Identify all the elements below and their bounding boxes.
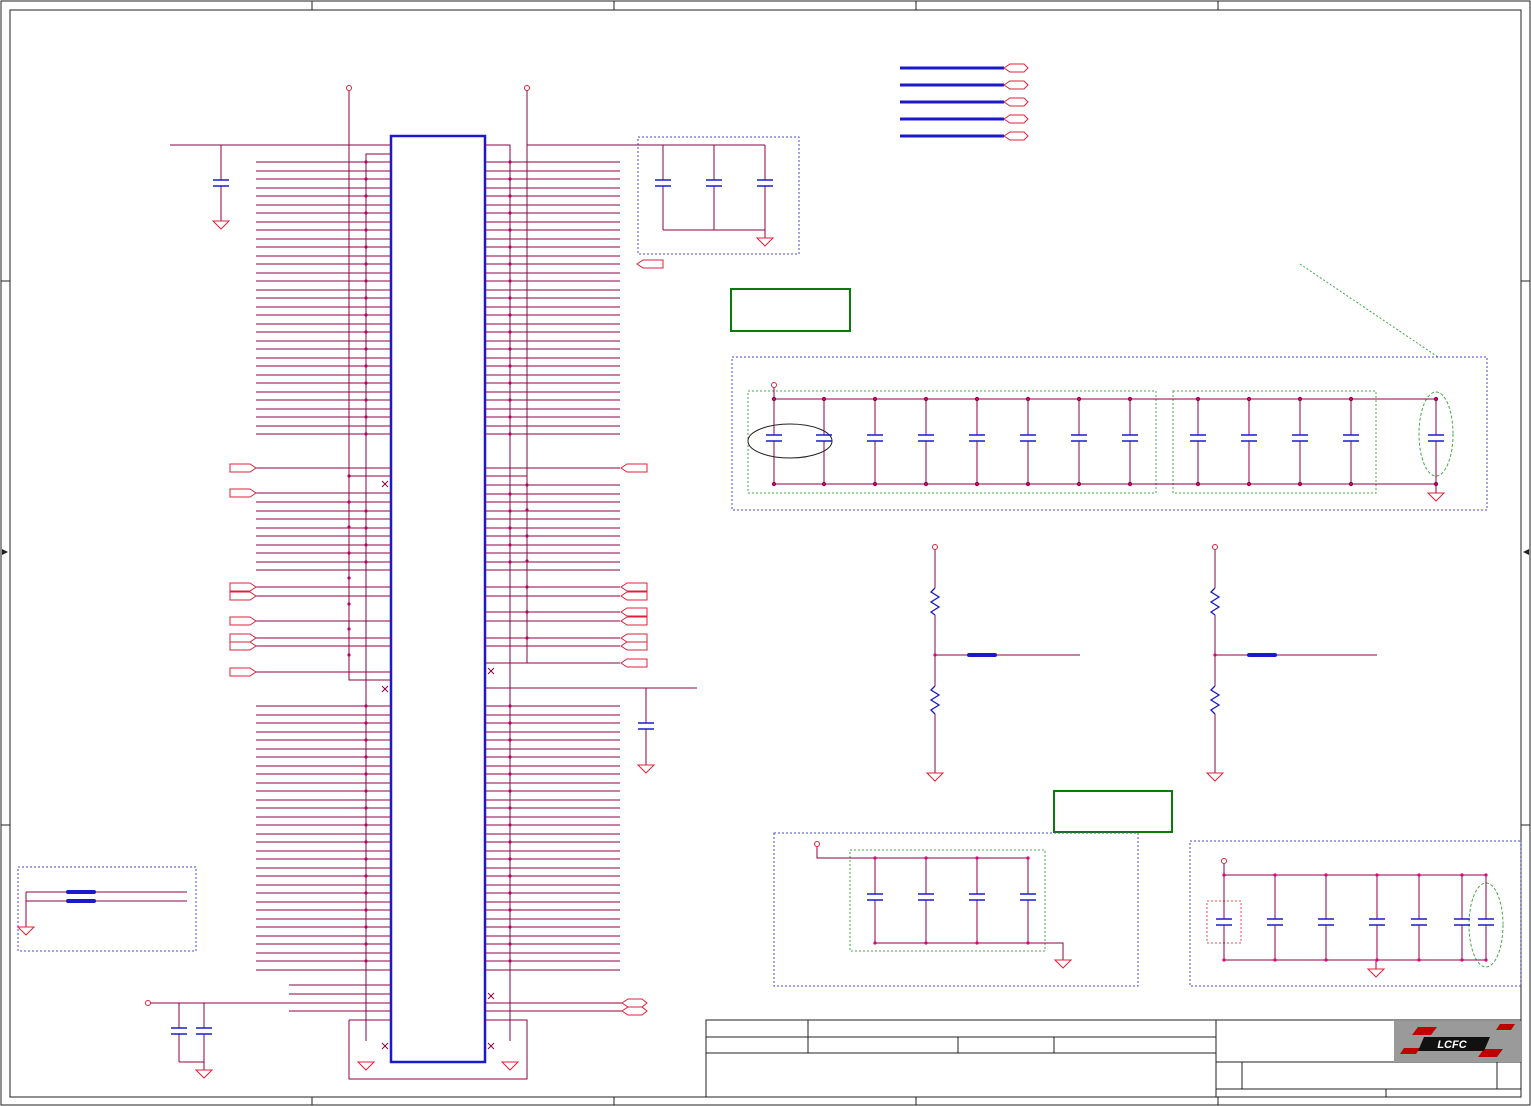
pin-junction: [975, 941, 979, 945]
pin-junction: [974, 481, 980, 487]
resistor-dividers: [925, 544, 1377, 782]
off-page-connector-icon: [229, 591, 257, 601]
cap-group-bottom-right: [1189, 840, 1522, 987]
pin-junction: [1246, 481, 1252, 487]
off-page-connector-icon: [229, 641, 257, 651]
pin-junction: [1222, 958, 1226, 962]
pin-junction: [923, 481, 929, 487]
power-port-icon: [1212, 544, 1218, 550]
resistor-icon: [929, 587, 941, 616]
ground-symbol-icon: [925, 772, 945, 782]
cap-rail-top: [816, 847, 1028, 859]
off-page-connector-icon: [620, 582, 648, 592]
cap-group-bottom-middle: [773, 832, 1139, 987]
off-page-connector-icon: [229, 616, 257, 626]
off-page-connector-icon: [620, 616, 648, 626]
pin-junction: [821, 481, 827, 487]
schematic-sheet: LCFC: [0, 0, 1531, 1106]
decoupling-cap-top-left: [170, 144, 391, 230]
pin-junction: [1375, 958, 1379, 962]
bus-lines-top-right: [900, 63, 1029, 141]
pin-junction: [1273, 873, 1277, 877]
decoupling-cap-mid-right: [485, 687, 697, 774]
pin-junction: [872, 396, 878, 402]
off-page-connector-icon: [621, 998, 648, 1008]
off-page-connector-icon: [620, 641, 648, 651]
connector-pin-lines: [256, 160, 622, 1012]
resistor-icon: [1209, 685, 1221, 715]
pin-junction: [923, 396, 929, 402]
pin-junction: [821, 396, 827, 402]
pin-junction: [1213, 653, 1217, 657]
no-connect-marks: [381, 480, 495, 1050]
note-box-bottom: [1053, 790, 1173, 833]
jumper-group-bottom-left: [16, 866, 197, 952]
pin-junction: [1195, 396, 1201, 402]
off-page-connector-icon: [620, 658, 648, 668]
off-page-connector-icon: [229, 488, 257, 498]
pin-junction: [1076, 481, 1082, 487]
pin-junction: [1222, 873, 1226, 877]
resistor-icon: [1209, 587, 1221, 616]
decoupling-group-large: [731, 356, 1488, 511]
pin-junction: [1433, 396, 1439, 402]
pin-junction: [974, 396, 980, 402]
connector-power-ports: [346, 85, 530, 91]
pin-junction: [1025, 396, 1031, 402]
pin-junction: [1375, 873, 1379, 877]
pin-junction: [924, 856, 928, 860]
off-page-connector-icon: [620, 607, 648, 617]
off-page-connector-icon: [229, 582, 257, 592]
pin-junction: [1348, 396, 1354, 402]
pin-junction: [1324, 958, 1328, 962]
pin-junction: [1127, 481, 1133, 487]
pin-junction: [771, 396, 777, 402]
pin-junction: [1460, 873, 1464, 877]
pin-junction: [1324, 873, 1328, 877]
off-page-connector-icon: [620, 463, 648, 473]
pin-junction: [872, 481, 878, 487]
off-page-connector-icon: [636, 259, 664, 269]
pin-junction: [873, 941, 877, 945]
off-page-connector-icon: [229, 667, 257, 677]
pin-junction: [924, 941, 928, 945]
pin-junction: [1460, 958, 1464, 962]
pin-junction: [771, 481, 777, 487]
ground-symbol-icon: [1205, 772, 1225, 782]
off-page-connector-icon: [229, 463, 257, 473]
main-connector-body: [389, 134, 487, 1064]
pin-junction: [1484, 958, 1488, 962]
pin-junction: [873, 856, 877, 860]
pin-junction: [1297, 481, 1303, 487]
pin-junction: [1076, 396, 1082, 402]
pin-junction: [1026, 856, 1030, 860]
pin-junction: [1484, 873, 1488, 877]
pin-junction: [1417, 958, 1421, 962]
connector-rails: [348, 90, 528, 1080]
logo-text: LCFC: [1437, 1039, 1467, 1051]
off-page-connector-icon: [620, 591, 648, 601]
pin-junction: [1417, 873, 1421, 877]
cap-rail-top: [1223, 864, 1486, 876]
note-box-top: [730, 288, 851, 332]
off-page-connector-icon: [620, 633, 648, 643]
power-port-icon: [932, 544, 938, 550]
pin-junction: [1025, 481, 1031, 487]
off-page-connector-icon: [621, 1006, 648, 1016]
pin-junction: [1195, 481, 1201, 487]
decoupling-caps-bottom-left: [145, 1000, 520, 1079]
lcfc-logo: LCFC: [1394, 1021, 1521, 1062]
leader-line: [1299, 263, 1439, 358]
off-page-connector-icon: [229, 633, 257, 643]
frame-center-arrows: [2, 549, 1529, 555]
pin-junction: [975, 856, 979, 860]
pin-junction: [933, 653, 937, 657]
pin-junction: [1273, 958, 1277, 962]
pin-junction: [1026, 941, 1030, 945]
resistor-icon: [929, 685, 941, 715]
pin-junction: [1246, 396, 1252, 402]
pin-junction: [1348, 481, 1354, 487]
pin-junction: [1127, 396, 1133, 402]
pin-junction: [1297, 396, 1303, 402]
